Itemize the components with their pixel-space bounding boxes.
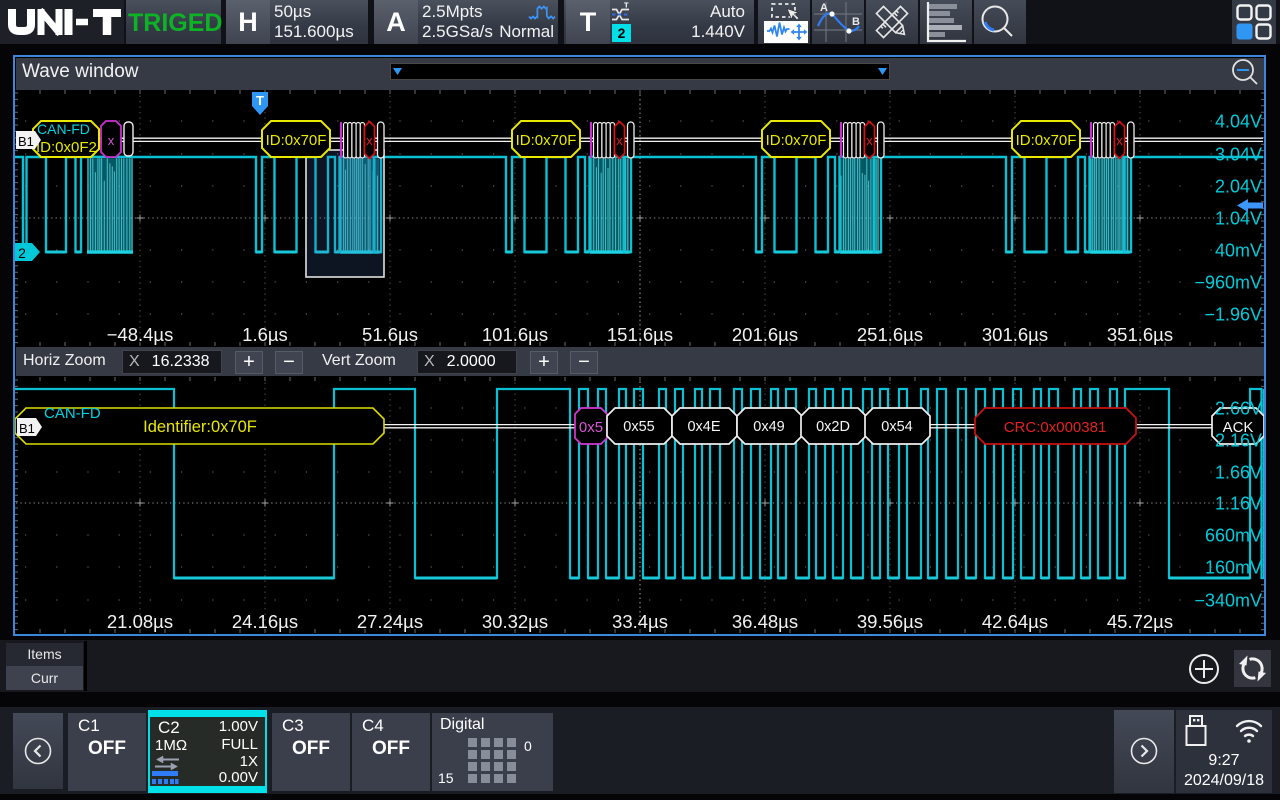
svg-text:301.6µs: 301.6µs	[982, 324, 1048, 345]
svg-text:x: x	[616, 133, 623, 148]
svg-text:ID:0x70F: ID:0x70F	[1016, 132, 1077, 149]
svg-text:30.32µs: 30.32µs	[482, 611, 548, 632]
svg-text:27.24µs: 27.24µs	[357, 611, 423, 632]
svg-text:x: x	[866, 133, 873, 148]
svg-text:101.6µs: 101.6µs	[482, 324, 548, 345]
svg-text:ID:0x70F: ID:0x70F	[516, 132, 577, 149]
svg-text:x: x	[366, 133, 373, 148]
svg-text:21.08µs: 21.08µs	[107, 611, 173, 632]
svg-text:2.66V: 2.66V	[1215, 399, 1262, 419]
svg-text:ID:0x0F2: ID:0x0F2	[36, 139, 97, 156]
svg-text:24.16µs: 24.16µs	[232, 611, 298, 632]
svg-text:CAN‑FD: CAN‑FD	[44, 405, 101, 422]
svg-text:0x2D: 0x2D	[816, 419, 850, 435]
svg-text:160mV: 160mV	[1205, 558, 1262, 578]
svg-text:0x54: 0x54	[881, 419, 912, 435]
svg-text:51.6µs: 51.6µs	[362, 324, 418, 345]
svg-text:251.6µs: 251.6µs	[857, 324, 923, 345]
svg-text:−340mV: −340mV	[1194, 591, 1262, 611]
svg-text:42.64µs: 42.64µs	[982, 611, 1048, 632]
svg-text:A: A	[820, 2, 828, 14]
svg-text:4.04V: 4.04V	[1215, 112, 1262, 132]
svg-text:40mV: 40mV	[1215, 241, 1262, 261]
svg-text:33.4µs: 33.4µs	[612, 611, 668, 632]
svg-text:CRC:0x000381: CRC:0x000381	[1004, 419, 1107, 436]
svg-text:T: T	[256, 93, 264, 108]
svg-text:0x5: 0x5	[579, 419, 603, 436]
svg-text:B1: B1	[18, 134, 34, 149]
svg-text:2.16V: 2.16V	[1215, 431, 1262, 451]
svg-text:351.6µs: 351.6µs	[1107, 324, 1173, 345]
svg-text:2: 2	[18, 245, 26, 261]
svg-text:CAN‑FD: CAN‑FD	[37, 121, 90, 137]
svg-text:660mV: 660mV	[1205, 526, 1262, 546]
svg-text:1.66V: 1.66V	[1215, 463, 1262, 483]
svg-text:x: x	[108, 133, 115, 148]
svg-text:3.04V: 3.04V	[1215, 145, 1262, 165]
svg-text:0x55: 0x55	[623, 419, 654, 435]
svg-text:1.04V: 1.04V	[1215, 209, 1262, 229]
svg-text:T: T	[624, 2, 629, 10]
svg-text:x: x	[1116, 133, 1123, 148]
svg-text:ID:0x70F: ID:0x70F	[766, 132, 827, 149]
svg-text:B1: B1	[19, 421, 35, 436]
svg-text:−48.4µs: −48.4µs	[107, 324, 174, 345]
svg-text:39.56µs: 39.56µs	[857, 611, 923, 632]
svg-text:Identifier:0x70F: Identifier:0x70F	[143, 418, 257, 436]
svg-text:B: B	[852, 16, 860, 28]
svg-text:151.6µs: 151.6µs	[607, 324, 673, 345]
svg-text:2.04V: 2.04V	[1215, 177, 1262, 197]
svg-text:36.48µs: 36.48µs	[732, 611, 798, 632]
svg-text:−1.96V: −1.96V	[1204, 305, 1262, 325]
svg-text:45.72µs: 45.72µs	[1107, 611, 1173, 632]
svg-text:201.6µs: 201.6µs	[732, 324, 798, 345]
svg-text:1.6µs: 1.6µs	[242, 324, 288, 345]
svg-text:1.16V: 1.16V	[1215, 494, 1262, 514]
svg-text:−960mV: −960mV	[1194, 273, 1262, 293]
svg-text:ID:0x70F: ID:0x70F	[266, 132, 327, 149]
svg-text:0x49: 0x49	[753, 419, 784, 435]
svg-text:0x4E: 0x4E	[687, 419, 720, 435]
